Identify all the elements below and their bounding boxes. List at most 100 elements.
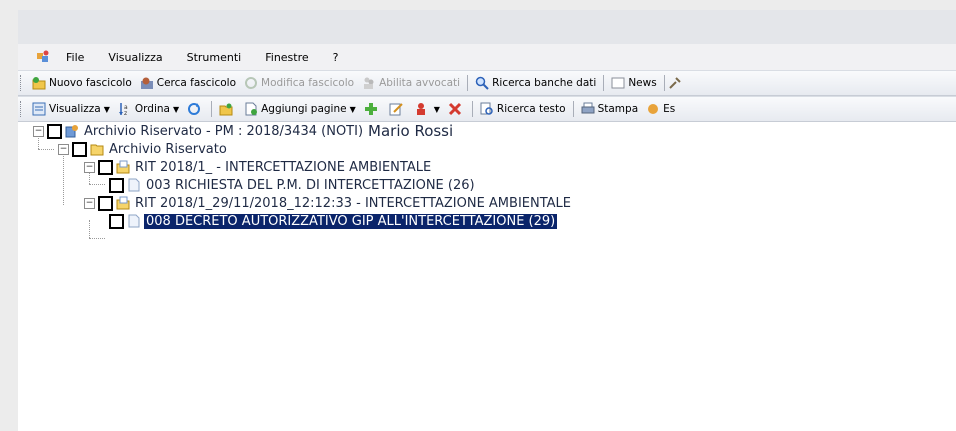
tree-checkbox[interactable]: [47, 123, 62, 139]
export-label: Es: [663, 103, 676, 115]
cerca-fascicolo-label: Cerca fascicolo: [156, 77, 237, 89]
news-icon: [611, 77, 625, 89]
cerca-fascicolo-button[interactable]: Cerca fascicolo: [136, 73, 240, 93]
abilita-avvocati-label: Abilita avvocati: [379, 77, 461, 89]
toolbar-separator: [467, 75, 469, 91]
tree-node-label: RIT 2018/1_ - INTERCETTAZIONE AMBIENTALE: [135, 159, 432, 175]
document-icon: [128, 178, 140, 192]
ordina-dropdown[interactable]: a z Ordina ▼: [114, 99, 183, 119]
toolbar-grip[interactable]: [20, 75, 24, 91]
folder-icon: [219, 103, 233, 116]
toolbar-grip[interactable]: [20, 101, 24, 117]
tree-node-archive[interactable]: − Archivio Riservato: [58, 140, 227, 158]
visualizza-dropdown[interactable]: Visualizza ▼: [28, 99, 114, 119]
app-icon: [37, 50, 49, 62]
chevron-down-icon: ▼: [433, 104, 440, 114]
svg-text:z: z: [124, 110, 127, 116]
menu-bar: File Visualizza Strumenti Finestre ?: [18, 44, 956, 70]
tree-connector: [38, 149, 54, 150]
user-dropdown[interactable]: ▼: [410, 99, 444, 119]
menu-finestre[interactable]: Finestre: [253, 51, 320, 64]
delete-button[interactable]: [444, 99, 469, 119]
collapse-toggle[interactable]: −: [58, 143, 69, 155]
toolbar-separator: [603, 75, 605, 91]
toolbar-separator: [471, 101, 473, 117]
users-icon: [364, 77, 374, 89]
aggiungi-pagine-dropdown[interactable]: Aggiungi pagine ▼: [240, 99, 360, 119]
modifica-fascicolo-label: Modifica fascicolo: [261, 77, 355, 89]
toolbar-separator: [572, 101, 574, 117]
tree-connector: [89, 220, 90, 238]
document-icon: [128, 214, 140, 228]
export-button[interactable]: Es: [642, 99, 679, 119]
ricerca-testo-button[interactable]: Ricerca testo: [476, 99, 570, 119]
refresh-icon: [188, 103, 201, 115]
chevron-down-icon: ▼: [172, 104, 180, 114]
tree-node-rit-2[interactable]: − RIT 2018/1_29/11/2018_12:12:33 - INTER…: [84, 194, 571, 212]
ricerca-testo-label: Ricerca testo: [496, 103, 566, 115]
menu-visualizza[interactable]: Visualizza: [96, 51, 174, 64]
text-search-icon: [480, 102, 493, 115]
news-label: News: [628, 77, 657, 89]
tree-connector: [89, 238, 105, 239]
edit-page-button[interactable]: [385, 99, 410, 119]
sort-icon: a z: [118, 103, 128, 116]
app-window: File Visualizza Strumenti Finestre ? Nuo…: [18, 10, 956, 431]
toolbar-separator: [663, 75, 665, 91]
edit-icon: [245, 77, 258, 89]
abilita-avvocati-button[interactable]: Abilita avvocati: [358, 73, 464, 93]
open-folder-icon: [116, 160, 130, 174]
collapse-toggle[interactable]: −: [33, 125, 44, 137]
stampa-button[interactable]: Stampa: [577, 99, 643, 119]
tree-toolbar: Visualizza ▼ a z Ordina ▼ Aggiungi pagin…: [18, 96, 956, 122]
tree-node-label: Archivio Riservato: [109, 141, 227, 157]
chevron-down-icon: ▼: [349, 104, 356, 114]
ordina-label: Ordina: [134, 103, 170, 115]
archive-user-icon: [65, 125, 78, 138]
tree-node-label: 003 RICHIESTA DEL P.M. DI INTERCETTAZION…: [146, 177, 475, 193]
folder-button[interactable]: [215, 99, 240, 119]
tree-node-label: Archivio Riservato - PM : 2018/3434 (NOT…: [84, 123, 364, 139]
edit-page-icon: [389, 103, 403, 116]
open-folder-icon: [116, 196, 130, 210]
tree-checkbox[interactable]: [72, 141, 87, 157]
collapse-toggle[interactable]: −: [84, 161, 95, 173]
chevron-down-icon: ▼: [103, 104, 110, 114]
visualizza-label: Visualizza: [49, 103, 101, 115]
tools-icon[interactable]: [668, 76, 682, 90]
tree-checkbox[interactable]: [98, 159, 113, 175]
title-bar: [18, 10, 956, 44]
menu-help[interactable]: ?: [321, 51, 351, 64]
export-icon: [648, 104, 659, 114]
tree-checkbox[interactable]: [98, 195, 113, 211]
ricerca-banche-dati-button[interactable]: Ricerca banche dati: [471, 73, 600, 93]
person-red-icon: [416, 103, 425, 115]
tree-node-document-1[interactable]: 003 RICHIESTA DEL P.M. DI INTERCETTAZION…: [109, 176, 475, 194]
magnifier-icon: [475, 76, 489, 90]
tree-node-label: RIT 2018/1_29/11/2018_12:12:33 - INTERCE…: [135, 195, 571, 211]
menu-file[interactable]: File: [54, 51, 96, 64]
nuovo-fascicolo-button[interactable]: Nuovo fascicolo: [28, 73, 136, 93]
news-button[interactable]: News: [607, 73, 660, 93]
aggiungi-pagine-label: Aggiungi pagine: [261, 103, 347, 115]
menu-strumenti[interactable]: Strumenti: [175, 51, 254, 64]
print-icon: [581, 102, 595, 114]
toolbar-separator: [211, 101, 213, 117]
tree-node-root[interactable]: − Archivio Riservato - PM : 2018/3434 (N…: [33, 122, 453, 140]
tree-checkbox[interactable]: [109, 213, 124, 229]
tree-node-rit-1[interactable]: − RIT 2018/1_ - INTERCETTAZIONE AMBIENTA…: [84, 158, 431, 176]
stampa-label: Stampa: [597, 103, 639, 115]
ricerca-banche-dati-label: Ricerca banche dati: [492, 77, 597, 89]
new-folder-icon: [32, 77, 46, 90]
add-button[interactable]: [360, 99, 385, 119]
main-toolbar: Nuovo fascicolo Cerca fascicolo Modifica…: [18, 70, 956, 96]
folder-icon: [90, 144, 104, 156]
collapse-toggle[interactable]: −: [84, 197, 95, 209]
plus-icon: [364, 103, 377, 115]
tree-node-document-2[interactable]: 008 DECRETO AUTORIZZATIVO GIP ALL'INTERC…: [109, 212, 558, 230]
tree-node-user: Mario Rossi: [368, 122, 454, 140]
tree-connector: [89, 184, 105, 185]
refresh-button[interactable]: [183, 99, 208, 119]
tree-checkbox[interactable]: [109, 177, 124, 193]
modifica-fascicolo-button[interactable]: Modifica fascicolo: [240, 73, 358, 93]
